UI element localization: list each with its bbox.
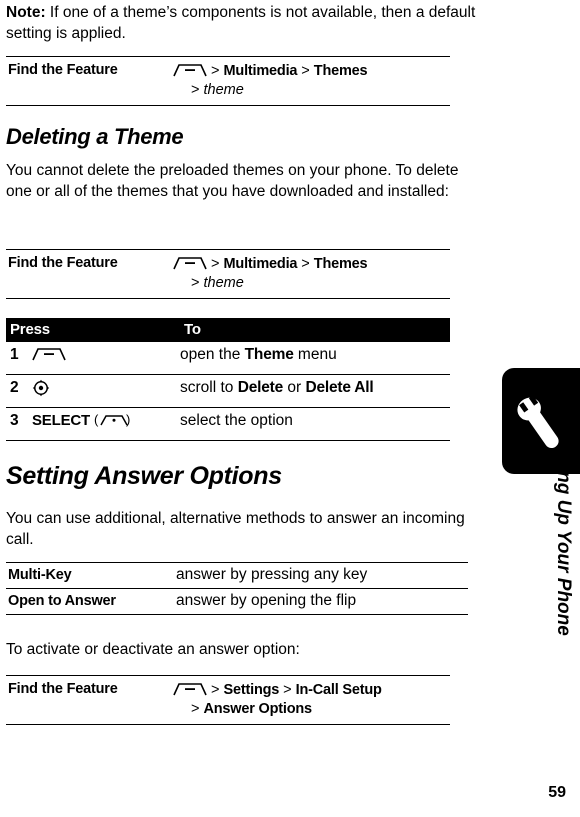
row-number: 1 bbox=[6, 342, 32, 375]
softkey-icon: ( ) bbox=[93, 412, 133, 432]
row-to-cell: open the Theme menu bbox=[180, 342, 450, 375]
path-line2-2: > theme bbox=[173, 274, 367, 293]
list-item: Open to Answer answer by opening the fli… bbox=[6, 589, 468, 615]
path-sep-1: > bbox=[297, 63, 314, 79]
path-item-theme: theme bbox=[203, 275, 244, 291]
path-item-answer-options: Answer Options bbox=[203, 701, 313, 717]
to-mid: or bbox=[283, 379, 306, 396]
table-row: 1 open the Theme menu bbox=[6, 342, 450, 375]
to-pre: open the bbox=[180, 346, 245, 363]
to-bold: Delete bbox=[237, 379, 284, 396]
row-to-cell: scroll to Delete or Delete All bbox=[180, 374, 450, 408]
svg-text:(: ( bbox=[94, 413, 99, 427]
path-item-themes: Themes bbox=[313, 63, 368, 79]
to-pre: scroll to bbox=[180, 379, 238, 396]
row-number: 2 bbox=[6, 374, 32, 408]
to-pre: select the option bbox=[180, 412, 293, 429]
path-item-multimedia: Multimedia bbox=[223, 63, 298, 79]
row-key-cell bbox=[32, 342, 180, 375]
path-gt-2: > bbox=[191, 82, 204, 98]
find-feature-label-1: Find the Feature bbox=[8, 62, 118, 78]
manual-page: Note: If one of a theme’s components is … bbox=[0, 0, 580, 817]
find-feature-path-3: > Settings > In-Call Setup > Answer Opti… bbox=[173, 680, 382, 719]
path-sep-1: > bbox=[279, 682, 296, 698]
option-desc-open-to-answer: answer by opening the flip bbox=[176, 592, 357, 609]
note-label: Note: bbox=[6, 4, 46, 21]
find-feature-path-1: > Multimedia > Themes > theme bbox=[173, 61, 368, 100]
row-number: 3 bbox=[6, 407, 32, 441]
menu-key-icon bbox=[173, 683, 207, 696]
path-item-multimedia: Multimedia bbox=[223, 256, 298, 272]
path-item-themes: Themes bbox=[313, 256, 368, 272]
option-desc-multi-key: answer by pressing any key bbox=[176, 566, 368, 583]
path-gt-2: > bbox=[191, 701, 204, 717]
heading-setting-answer-options: Setting Answer Options bbox=[6, 462, 282, 490]
path-line2-1: > theme bbox=[173, 81, 367, 100]
paragraph-deleting: You cannot delete the preloaded themes o… bbox=[6, 162, 459, 200]
row-key-cell bbox=[32, 374, 180, 408]
answer-options-list: Multi-Key answer by pressing any key Ope… bbox=[6, 562, 468, 615]
path-sep-1: > bbox=[297, 256, 314, 272]
option-name-open-to-answer: Open to Answer bbox=[8, 593, 116, 609]
note-text: If one of a theme’s components is not av… bbox=[6, 4, 476, 42]
heading-deleting-a-theme: Deleting a Theme bbox=[6, 124, 184, 149]
menu-key-icon bbox=[32, 348, 66, 361]
path-item-settings: Settings bbox=[223, 682, 280, 698]
to-post: menu bbox=[293, 346, 337, 363]
path-gt-1: > bbox=[211, 256, 224, 272]
press-to-table: Press To 1 open the Theme menu 2 scroll … bbox=[6, 318, 450, 441]
navigation-key-icon bbox=[32, 379, 50, 402]
path-item-theme: theme bbox=[203, 82, 244, 98]
table-row: 3 SELECT ( ) select the option bbox=[6, 407, 450, 441]
find-the-feature-3: Find the Feature > Settings > In-Call Se… bbox=[6, 675, 450, 725]
paragraph-activate: To activate or deactivate an answer opti… bbox=[6, 641, 300, 658]
path-item-in-call-setup: In-Call Setup bbox=[295, 682, 382, 698]
path-gt-2: > bbox=[191, 275, 204, 291]
header-to: To bbox=[184, 321, 201, 338]
header-press: Press bbox=[10, 321, 50, 338]
row-key-cell: SELECT ( ) bbox=[32, 407, 180, 441]
note-block: Note: If one of a theme’s components is … bbox=[6, 2, 476, 44]
page-number: 59 bbox=[548, 784, 566, 801]
softkey-label: SELECT bbox=[32, 412, 90, 429]
find-the-feature-1: Find the Feature > Multimedia > Themes >… bbox=[6, 56, 450, 106]
path-line2-3: > Answer Options bbox=[173, 700, 382, 719]
sidebar: Setting Up Your Phone 59 bbox=[468, 0, 580, 817]
find-feature-label-3: Find the Feature bbox=[8, 681, 118, 697]
svg-text:): ) bbox=[126, 413, 130, 427]
find-feature-path-2: > Multimedia > Themes > theme bbox=[173, 254, 368, 293]
sidebar-title: Setting Up Your Phone bbox=[553, 430, 574, 636]
table-header-row: Press To bbox=[6, 318, 450, 342]
list-item: Multi-Key answer by pressing any key bbox=[6, 562, 468, 589]
menu-key-icon bbox=[173, 64, 207, 77]
path-gt-1: > bbox=[211, 63, 224, 79]
paragraph-answer: You can use additional, alternative meth… bbox=[6, 510, 465, 548]
to-bold: Theme bbox=[244, 346, 294, 363]
path-gt-1: > bbox=[211, 682, 224, 698]
menu-key-icon bbox=[173, 257, 207, 270]
to-bold-2: Delete All bbox=[305, 379, 374, 396]
table-row: 2 scroll to Delete or Delete All bbox=[6, 374, 450, 408]
find-the-feature-2: Find the Feature > Multimedia > Themes >… bbox=[6, 249, 450, 299]
option-name-multi-key: Multi-Key bbox=[8, 567, 72, 583]
find-feature-label-2: Find the Feature bbox=[8, 255, 118, 271]
row-to-cell: select the option bbox=[180, 407, 450, 441]
